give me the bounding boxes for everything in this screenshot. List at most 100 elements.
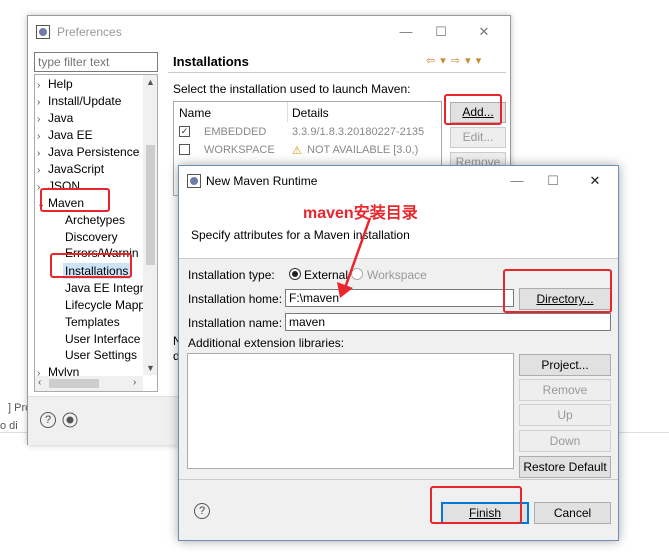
highlight-finish-button bbox=[430, 486, 522, 524]
scroll-right-icon[interactable]: › bbox=[133, 377, 136, 388]
background-fragment-text: o di bbox=[0, 420, 18, 432]
highlight-maven bbox=[40, 188, 110, 212]
radio-external[interactable] bbox=[289, 268, 301, 280]
installation-home-label: Installation home: bbox=[188, 292, 283, 306]
new-maven-runtime-dialog: New Maven Runtime — ☐ ✕ maven安装目录 Specif… bbox=[178, 165, 619, 541]
tree-item-archetypes[interactable]: Archetypes bbox=[65, 212, 125, 228]
tree-item-label: Java EE Integra bbox=[65, 281, 151, 295]
tree-vertical-scrollbar[interactable]: ▲ ▼ bbox=[143, 75, 157, 375]
chevron-right-icon: › bbox=[37, 80, 41, 91]
up-button-label: Up bbox=[557, 408, 573, 422]
annotation-label: maven安装目录 bbox=[303, 205, 418, 222]
remove-library-button[interactable]: Remove bbox=[519, 379, 611, 401]
column-header-details[interactable]: Details bbox=[292, 106, 329, 120]
tree-item-label: Archetypes bbox=[65, 213, 126, 227]
dialog-footer: ? Finish Cancel bbox=[179, 479, 618, 541]
title-divider bbox=[168, 72, 506, 73]
maximize-icon[interactable]: ☐ bbox=[543, 171, 563, 191]
tree-item-discovery[interactable]: Discovery bbox=[65, 229, 118, 245]
extension-libraries-label: Additional extension libraries: bbox=[188, 336, 345, 350]
tree-item-java-ee-integration[interactable]: Java EE Integra bbox=[65, 280, 150, 296]
tree-item-user-settings[interactable]: User Settings bbox=[65, 347, 137, 363]
edit-button[interactable]: Edit... bbox=[450, 127, 506, 148]
tree-item-label: Help bbox=[48, 77, 73, 91]
installation-type-label: Installation type: bbox=[188, 268, 275, 282]
window-title: Preferences bbox=[57, 25, 122, 39]
close-icon[interactable]: ✕ bbox=[474, 22, 494, 42]
chevron-right-icon: › bbox=[37, 165, 41, 176]
tree-item-label: Java Persistence bbox=[48, 145, 140, 159]
up-button[interactable]: Up bbox=[519, 404, 611, 426]
tree-item-java-persistence[interactable]: › Java Persistence bbox=[37, 144, 139, 160]
extension-libraries-list[interactable] bbox=[187, 353, 514, 469]
chevron-right-icon: › bbox=[37, 97, 41, 108]
minimize-icon[interactable]: — bbox=[396, 22, 416, 42]
preferences-tree: › Help › Install/Update › Java › Java EE › Ja… bbox=[34, 74, 158, 392]
tree-item-java-ee[interactable]: › Java EE bbox=[37, 127, 93, 143]
installation-name-field[interactable] bbox=[285, 313, 611, 331]
installation-name: WORKSPACE bbox=[204, 144, 275, 156]
record-icon[interactable] bbox=[62, 412, 78, 431]
tree-horizontal-scrollbar[interactable]: ‹ › bbox=[35, 376, 143, 391]
chevron-right-icon: › bbox=[37, 114, 41, 125]
highlight-installations bbox=[50, 253, 132, 278]
tree-item-label: User Settings bbox=[65, 348, 138, 362]
navigation-arrows-icon[interactable]: ⇦ ▾ ⇨ ▾ ▾ bbox=[426, 54, 482, 67]
edit-button-label: Edit... bbox=[462, 130, 494, 144]
cancel-button-label: Cancel bbox=[553, 506, 592, 520]
remove-button-label: Remove bbox=[542, 383, 588, 397]
tree-item-templates[interactable]: Templates bbox=[65, 314, 120, 330]
tree-item-label: Templates bbox=[65, 315, 120, 329]
scrollbar-thumb[interactable] bbox=[49, 379, 99, 388]
restore-default-label: Restore Default bbox=[523, 460, 607, 474]
tree-item-label: Lifecycle Mapp bbox=[65, 298, 146, 312]
scroll-up-icon[interactable]: ▲ bbox=[146, 77, 155, 87]
installation-details: 3.3.9/1.8.3.20180227-2135 bbox=[292, 126, 425, 138]
tree-item-javascript[interactable]: › JavaScript bbox=[37, 161, 104, 177]
tree-item-label: Install/Update bbox=[48, 94, 122, 108]
radio-workspace[interactable] bbox=[351, 268, 363, 280]
project-button[interactable]: Project... bbox=[519, 354, 611, 376]
tree-item-label: Java bbox=[48, 111, 74, 125]
radio-external-label: External bbox=[304, 268, 349, 282]
cancel-button[interactable]: Cancel bbox=[534, 502, 611, 524]
scroll-down-icon[interactable]: ▼ bbox=[146, 363, 155, 373]
chevron-right-icon: › bbox=[37, 131, 41, 142]
down-button[interactable]: Down bbox=[519, 430, 611, 452]
column-header-name[interactable]: Name bbox=[179, 106, 211, 120]
maximize-icon[interactable]: ☐ bbox=[431, 22, 451, 42]
tree-item-user-interface[interactable]: User Interface bbox=[65, 331, 140, 347]
tree-item-install-update[interactable]: › Install/Update bbox=[37, 93, 121, 109]
scroll-left-icon[interactable]: ‹ bbox=[38, 377, 41, 388]
installation-name: EMBEDDED bbox=[204, 126, 267, 138]
tree-item-help[interactable]: › Help bbox=[37, 76, 73, 92]
preferences-titlebar: Preferences — ☐ ✕ bbox=[28, 16, 510, 47]
dialog-description: Specify attributes for a Maven installat… bbox=[191, 228, 410, 242]
dialog-titlebar: New Maven Runtime — ☐ ✕ bbox=[179, 166, 618, 196]
scrollbar-thumb[interactable] bbox=[146, 145, 155, 265]
filter-input[interactable] bbox=[34, 52, 158, 72]
tree-item-label: Java EE bbox=[48, 128, 93, 142]
restore-default-button[interactable]: Restore Default bbox=[519, 456, 611, 478]
minimize-icon[interactable]: — bbox=[507, 171, 527, 191]
unchecked-checkbox-icon[interactable] bbox=[179, 144, 190, 155]
help-icon[interactable]: ? bbox=[194, 503, 210, 519]
select-installation-label: Select the installation used to launch M… bbox=[173, 82, 411, 96]
warning-icon: ⚠ bbox=[292, 145, 302, 157]
checked-checkbox-icon[interactable]: ✓ bbox=[179, 126, 190, 137]
installation-details: NOT AVAILABLE [3.0,) bbox=[307, 144, 419, 156]
help-icon[interactable]: ? bbox=[40, 412, 56, 428]
highlight-add-button bbox=[444, 94, 502, 125]
dialog-title: New Maven Runtime bbox=[206, 174, 318, 188]
chevron-right-icon: › bbox=[37, 148, 41, 159]
close-icon[interactable]: ✕ bbox=[585, 171, 605, 191]
tree-item-java[interactable]: › Java bbox=[37, 110, 73, 126]
page-title: Installations bbox=[173, 54, 249, 69]
installation-home-field[interactable] bbox=[285, 289, 514, 307]
radio-workspace-label: Workspace bbox=[367, 268, 427, 282]
project-button-label: Project... bbox=[541, 358, 589, 372]
tree-item-label: Discovery bbox=[65, 230, 118, 244]
tree-item-lifecycle-mappings[interactable]: Lifecycle Mapp bbox=[65, 297, 145, 313]
tree-item-label: JavaScript bbox=[48, 162, 105, 176]
tree-item-label: User Interface bbox=[65, 332, 141, 346]
